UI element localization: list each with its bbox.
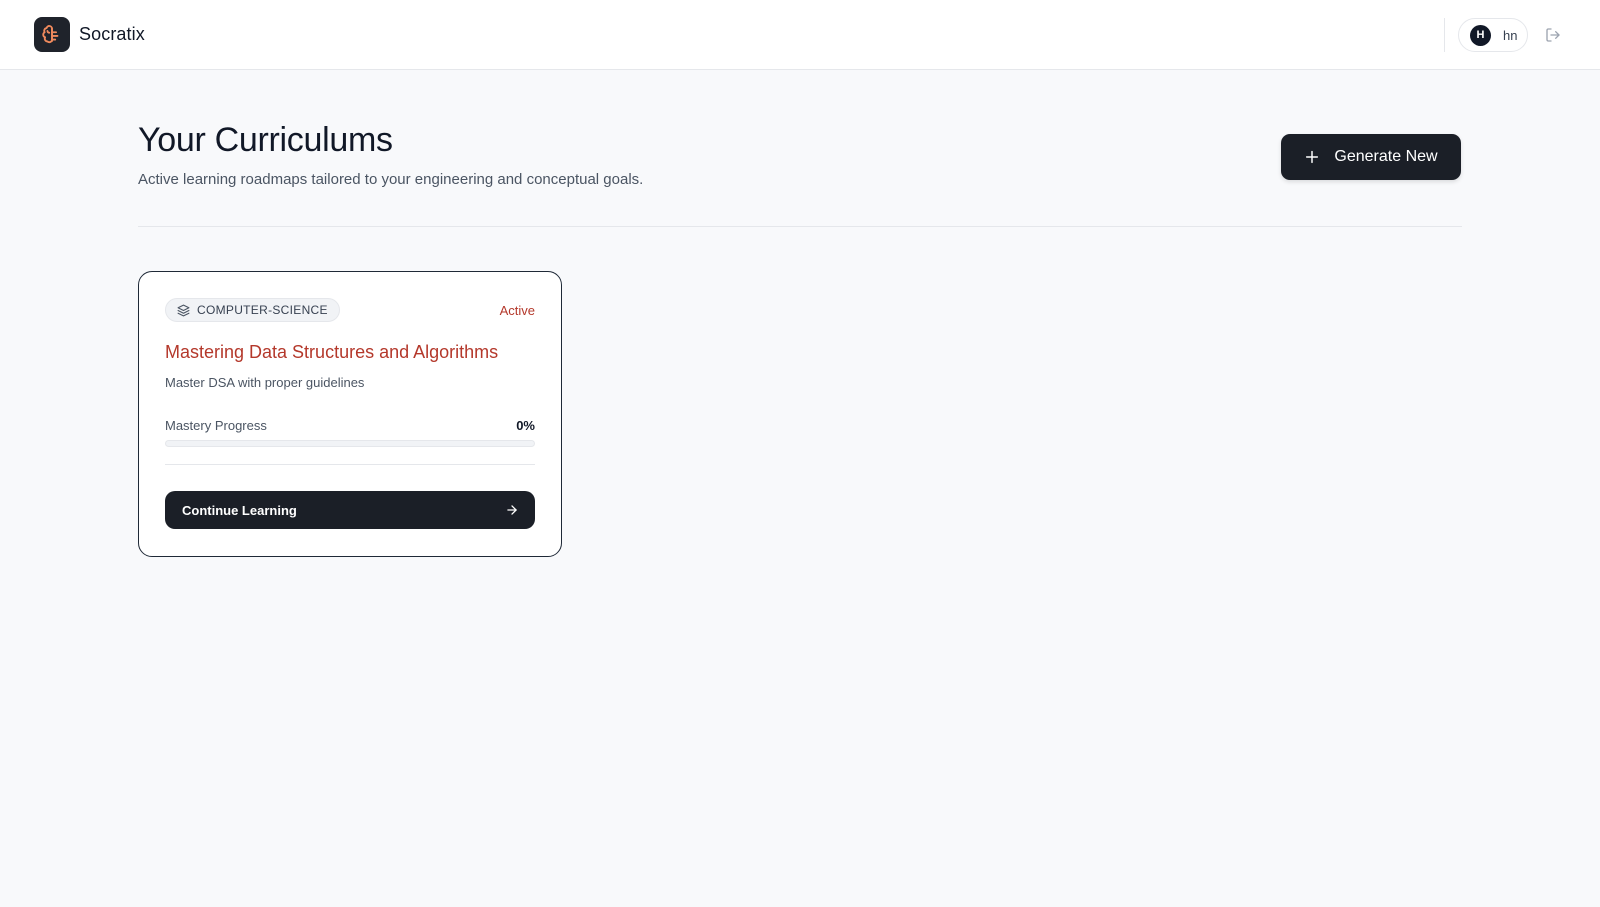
curriculum-card[interactable]: COMPUTER-SCIENCE Active Mastering Data S… [138,271,562,557]
plus-icon [1304,149,1320,165]
progress-label: Mastery Progress [165,418,267,433]
top-bar: Socratix H hn [0,0,1600,70]
card-divider [165,464,535,465]
arrow-right-icon [505,503,519,517]
avatar: H [1470,24,1491,46]
status-badge: Active [499,303,535,318]
brand-name: Socratix [79,24,145,44]
section-divider [138,226,1462,227]
continue-learning-button[interactable]: Continue Learning [165,491,535,529]
generate-new-label: Generate New [1334,148,1438,165]
user-name: hn [1503,27,1518,43]
curriculum-description: Master DSA with proper guidelines [165,375,365,390]
generate-new-button[interactable]: Generate New [1281,134,1461,180]
page-title: Your Curriculums [138,121,393,159]
header-divider [1444,18,1445,52]
curriculum-title[interactable]: Mastering Data Structures and Algorithms [165,342,498,363]
continue-learning-label: Continue Learning [182,502,297,518]
brand[interactable]: Socratix [34,17,145,52]
logout-icon[interactable] [1545,27,1561,43]
category-label: COMPUTER-SCIENCE [197,303,328,317]
page-subtitle: Active learning roadmaps tailored to you… [138,171,644,188]
category-badge: COMPUTER-SCIENCE [165,298,340,322]
brain-logo-icon [34,17,70,52]
layers-icon [177,304,190,317]
user-menu[interactable]: H hn [1458,18,1528,52]
progress-value: 0% [516,418,535,433]
progress-bar [165,440,535,447]
